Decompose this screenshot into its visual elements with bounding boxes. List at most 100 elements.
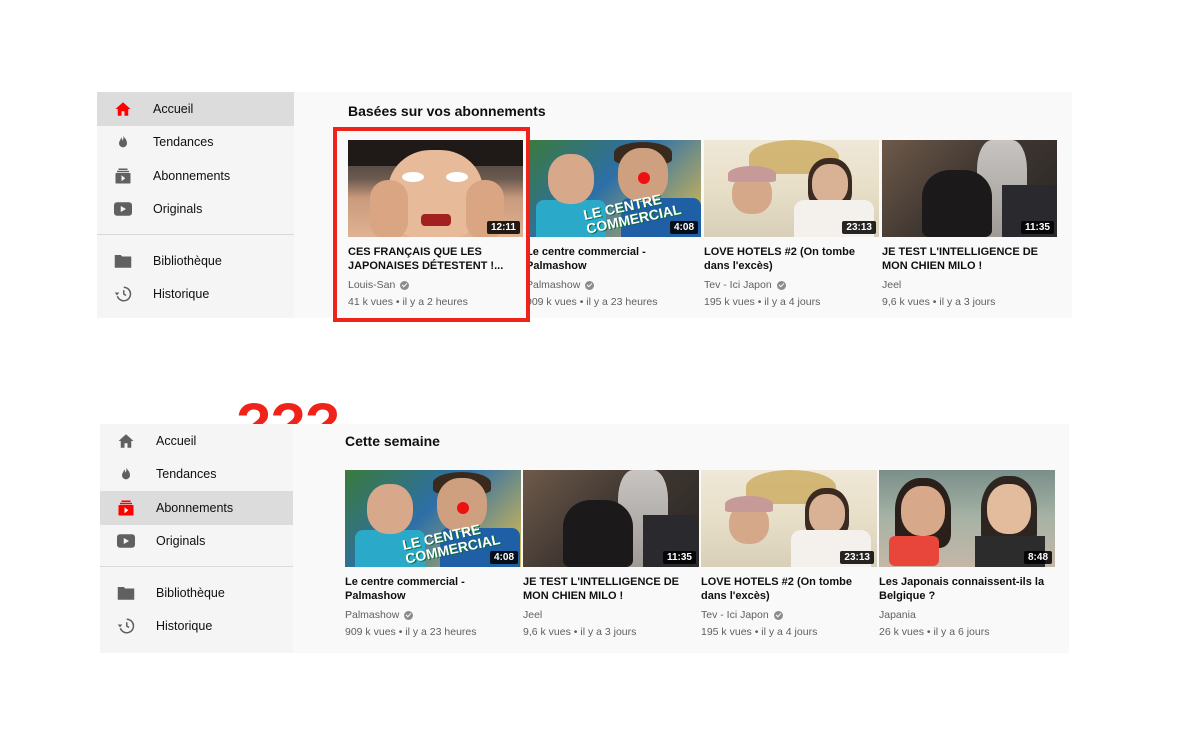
video-duration: 11:35 — [662, 551, 696, 564]
sidebar-item-originals[interactable]: Originals — [100, 525, 293, 559]
video-meta: 9,6 k vues • il y a 3 jours — [882, 296, 996, 308]
sidebar-divider — [97, 234, 294, 235]
verified-icon — [773, 610, 783, 620]
channel-label[interactable]: Palmashow — [526, 279, 580, 291]
video-title[interactable]: CES FRANÇAIS QUE LES JAPONAISES DÉTESTEN… — [348, 246, 523, 273]
sidebar-item-label: Historique — [156, 619, 213, 634]
channel-label[interactable]: Japania — [879, 609, 916, 621]
home-icon — [116, 431, 136, 451]
video-card[interactable]: 12:11 CES FRANÇAIS QUE LES JAPONAISES DÉ… — [348, 140, 523, 308]
sidebar-item-label: Bibliothèque — [153, 253, 222, 268]
video-title[interactable]: Le centre commercial - Palmashow — [345, 576, 521, 603]
sidebar-item-label: Originals — [156, 534, 206, 549]
sidebar-item-historique[interactable]: Historique — [100, 610, 293, 644]
sidebar: Accueil Tendances Abonnements Originals — [97, 92, 294, 318]
sidebar-item-tendances[interactable]: Tendances — [97, 126, 294, 160]
sidebar-item-label: Historique — [153, 287, 210, 302]
youtube-play-icon — [116, 531, 136, 551]
home-icon — [113, 99, 133, 119]
history-icon — [116, 616, 136, 636]
channel-name[interactable]: Louis-San — [348, 279, 523, 291]
video-card[interactable]: 8:48 Les Japonais connaissent-ils la Bel… — [879, 470, 1055, 638]
sidebar-item-bibliotheque[interactable]: Bibliothèque — [97, 244, 294, 278]
sidebar-item-label: Bibliothèque — [156, 585, 225, 600]
video-card[interactable]: 23:13 LOVE HOTELS #2 (On tombe dans l'ex… — [701, 470, 877, 638]
video-row: 12:11 CES FRANÇAIS QUE LES JAPONAISES DÉ… — [348, 140, 1057, 308]
sidebar-item-label: Tendances — [153, 135, 214, 150]
channel-label[interactable]: Tev - Ici Japon — [701, 609, 769, 621]
video-thumbnail[interactable]: 11:35 — [882, 140, 1057, 237]
channel-name[interactable]: Palmashow — [526, 279, 701, 291]
flame-icon — [116, 464, 136, 484]
history-icon — [113, 284, 133, 304]
channel-name[interactable]: Jeel — [882, 279, 1057, 291]
channel-label[interactable]: Tev - Ici Japon — [704, 279, 772, 291]
channel-name[interactable]: Japania — [879, 609, 1055, 621]
video-title[interactable]: Les Japonais connaissent-ils la Belgique… — [879, 576, 1055, 603]
sidebar-item-originals[interactable]: Originals — [97, 193, 294, 227]
video-thumbnail[interactable]: 8:48 — [879, 470, 1055, 567]
sidebar-item-label: Originals — [153, 202, 203, 217]
channel-name[interactable]: Palmashow — [345, 609, 521, 621]
sidebar-item-label: Accueil — [153, 101, 194, 116]
video-title[interactable]: JE TEST L'INTELLIGENCE DE MON CHIEN MILO… — [523, 576, 699, 603]
video-meta: 909 k vues • il y a 23 heures — [345, 626, 477, 638]
channel-label[interactable]: Louis-San — [348, 279, 395, 291]
video-duration: 23:13 — [840, 551, 874, 564]
sidebar-item-tendances[interactable]: Tendances — [100, 458, 293, 492]
sidebar-item-label: Abonnements — [153, 168, 231, 183]
main-content: Basées sur vos abonnements 12:11 CES FRA… — [294, 92, 1072, 318]
youtube-play-icon — [113, 199, 133, 219]
video-duration: 12:11 — [486, 221, 520, 234]
video-duration: 23:13 — [842, 221, 876, 234]
verified-icon — [404, 610, 414, 620]
video-thumbnail[interactable]: 23:13 — [704, 140, 879, 237]
folder-icon — [116, 583, 136, 603]
main-content: Cette semaine LE CENTRE COMMERCIAL 4:08 L… — [293, 424, 1069, 653]
video-meta: 41 k vues • il y a 2 heures — [348, 296, 468, 308]
channel-name[interactable]: Tev - Ici Japon — [704, 279, 879, 291]
folder-icon — [113, 251, 133, 271]
video-title[interactable]: LOVE HOTELS #2 (On tombe dans l'excès) — [704, 246, 879, 273]
video-card[interactable]: 11:35 JE TEST L'INTELLIGENCE DE MON CHIE… — [882, 140, 1057, 308]
video-card[interactable]: 11:35 JE TEST L'INTELLIGENCE DE MON CHIE… — [523, 470, 699, 638]
sidebar-divider — [100, 566, 293, 567]
flame-icon — [113, 132, 133, 152]
video-card[interactable]: LE CENTRE COMMERCIAL 4:08 Le centre comme… — [526, 140, 701, 308]
video-thumbnail[interactable]: 23:13 — [701, 470, 877, 567]
channel-label[interactable]: Jeel — [523, 609, 542, 621]
video-card[interactable]: 23:13 LOVE HOTELS #2 (On tombe dans l'ex… — [704, 140, 879, 308]
channel-label[interactable]: Palmashow — [345, 609, 399, 621]
verified-icon — [776, 280, 786, 290]
video-meta: 9,6 k vues • il y a 3 jours — [523, 626, 637, 638]
video-row: LE CENTRE COMMERCIAL 4:08 Le centre comme… — [345, 470, 1055, 638]
sidebar-item-label: Tendances — [156, 467, 217, 482]
sidebar-item-accueil[interactable]: Accueil — [97, 92, 294, 126]
video-thumbnail[interactable]: 11:35 — [523, 470, 699, 567]
verified-icon — [400, 280, 410, 290]
video-title[interactable]: LOVE HOTELS #2 (On tombe dans l'excès) — [701, 576, 877, 603]
sidebar-item-abonnements[interactable]: Abonnements — [100, 491, 293, 525]
section-title: Cette semaine — [345, 433, 440, 449]
video-meta: 195 k vues • il y a 4 jours — [701, 626, 818, 638]
verified-icon — [585, 280, 595, 290]
video-title[interactable]: Le centre commercial - Palmashow — [526, 246, 701, 273]
video-card[interactable]: LE CENTRE COMMERCIAL 4:08 Le centre comme… — [345, 470, 521, 638]
sidebar-item-abonnements[interactable]: Abonnements — [97, 159, 294, 193]
video-title[interactable]: JE TEST L'INTELLIGENCE DE MON CHIEN MILO… — [882, 246, 1057, 273]
sidebar-item-accueil[interactable]: Accueil — [100, 424, 293, 458]
subscriptions-icon — [116, 498, 136, 518]
channel-label[interactable]: Jeel — [882, 279, 901, 291]
sidebar-item-historique[interactable]: Historique — [97, 278, 294, 312]
video-duration: 4:08 — [669, 221, 698, 234]
video-thumbnail[interactable]: LE CENTRE COMMERCIAL 4:08 — [526, 140, 701, 237]
video-thumbnail[interactable]: 12:11 — [348, 140, 523, 237]
channel-name[interactable]: Tev - Ici Japon — [701, 609, 877, 621]
video-meta: 909 k vues • il y a 23 heures — [526, 296, 658, 308]
youtube-subscriptions-panel: Accueil Tendances Abonnements Originals — [100, 424, 1069, 653]
sidebar-item-bibliotheque[interactable]: Bibliothèque — [100, 576, 293, 610]
video-meta: 26 k vues • il y a 6 jours — [879, 626, 990, 638]
video-thumbnail[interactable]: LE CENTRE COMMERCIAL 4:08 — [345, 470, 521, 567]
channel-name[interactable]: Jeel — [523, 609, 699, 621]
sidebar-item-label: Accueil — [156, 433, 197, 448]
